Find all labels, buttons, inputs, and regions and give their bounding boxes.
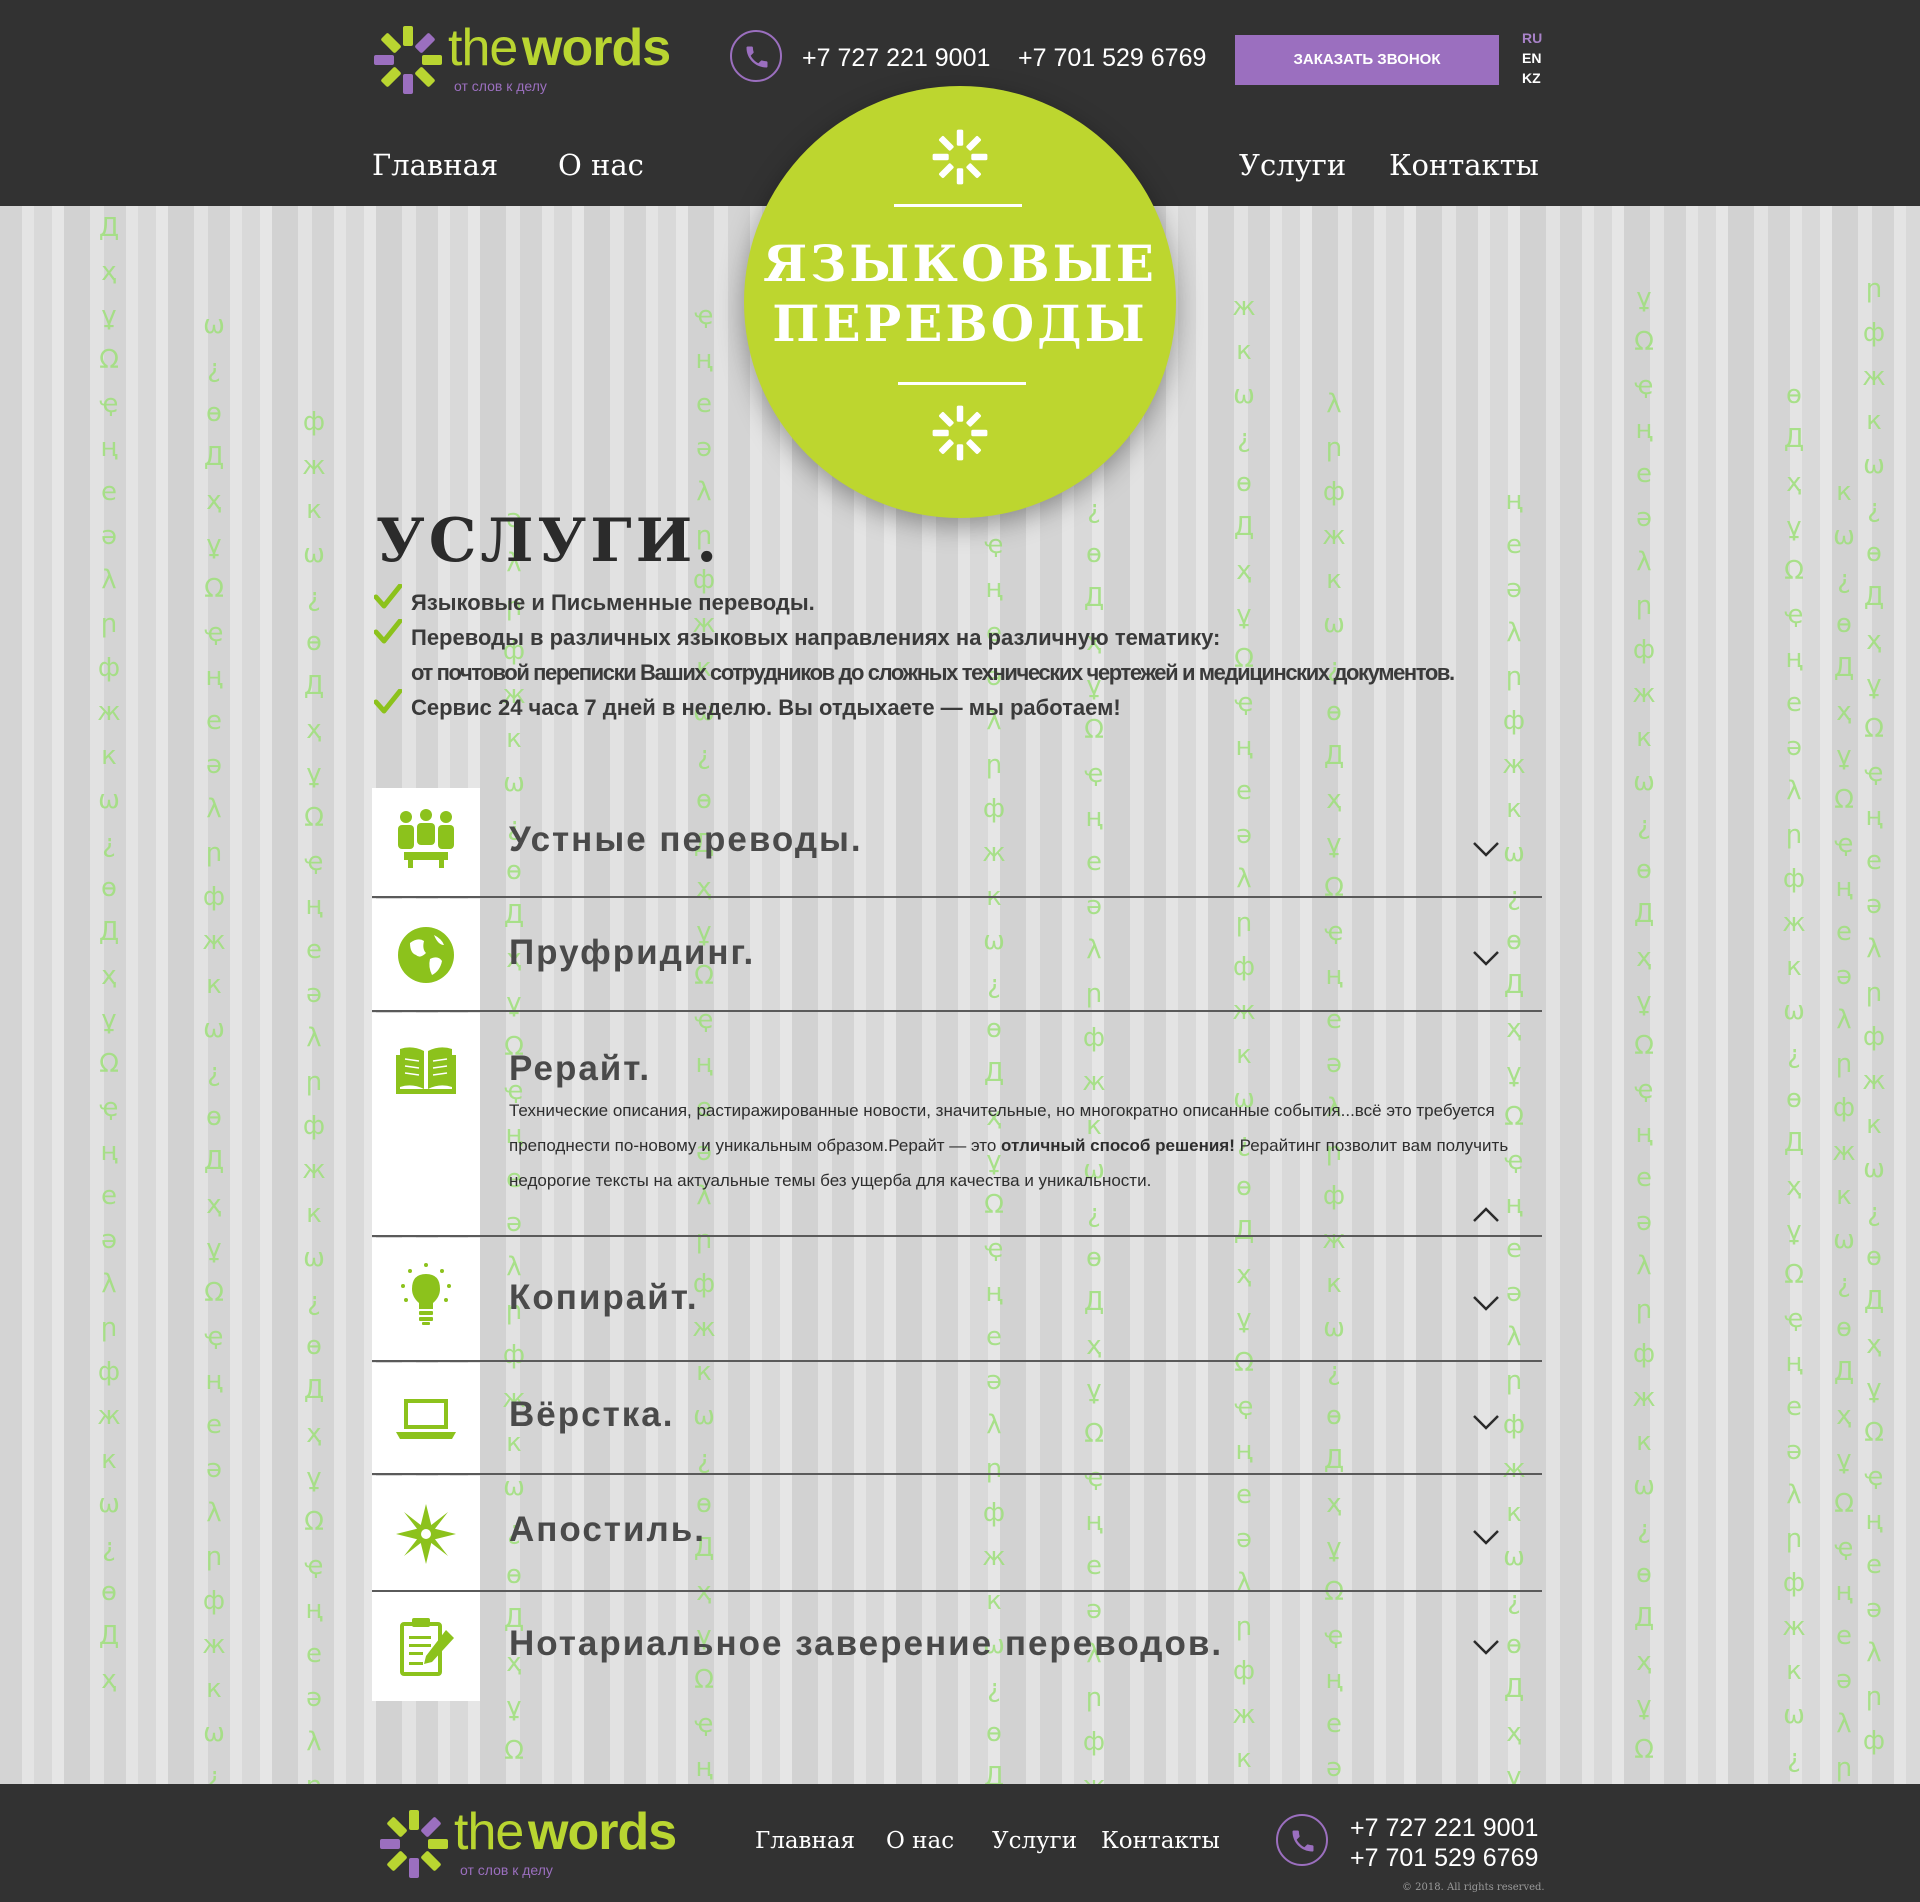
divider — [372, 896, 1542, 898]
rewrite-description: Технические описания, растиражированные … — [509, 1093, 1519, 1198]
chevron-down-icon[interactable] — [1472, 1638, 1500, 1656]
matrix-glyph-column: Д ҳ ұ Ω ҿ ң е ә λ ր ф ж к ω ¿ ө Д ҳ ұ Ω … — [97, 213, 121, 1695]
circle-divider-bottom — [898, 382, 1026, 385]
accordion-item-notary[interactable]: Нотариальное заверение переводов. — [372, 1592, 1542, 1702]
accordion-title[interactable]: Рерайт. — [509, 1049, 651, 1089]
footer: the words от слов к делу Главная О нас У… — [0, 1784, 1920, 1902]
book-icon — [396, 1047, 456, 1094]
matrix-glyph-column: ө Д ҳ ұ Ω ҿ ң е ә λ ր ф ж к ω ¿ ө Д ҳ ұ … — [1782, 380, 1806, 1774]
document-pen-icon — [400, 1618, 454, 1676]
divider — [372, 1473, 1542, 1475]
accordion-item-oral[interactable]: Устные переводы. — [372, 788, 1542, 898]
divider — [372, 1235, 1542, 1237]
logo-burst-icon — [374, 26, 442, 94]
hero-circle: ЯЗЫКОВЫЕ ПЕРЕВОДЫ — [744, 86, 1176, 518]
accordion-title[interactable]: Устные переводы. — [509, 820, 863, 860]
nav-services[interactable]: Услуги — [1239, 148, 1346, 182]
logo-text-words: words — [528, 1803, 677, 1861]
accordion-item-copywriting[interactable]: Копирайт. — [372, 1238, 1542, 1362]
feature-3: Сервис 24 часа 7 дней в неделю. Вы отдых… — [411, 695, 1121, 720]
hero-title-line1: ЯЗЫКОВЫЕ — [763, 234, 1157, 293]
accordion-item-layout[interactable]: Вёрстка. — [372, 1363, 1542, 1475]
footer-nav-services[interactable]: Услуги — [992, 1828, 1077, 1854]
accordion-item-rewrite[interactable]: Рерайт. Технические описания, растиражир… — [372, 1013, 1542, 1237]
lang-en[interactable]: EN — [1522, 50, 1541, 66]
chevron-down-icon[interactable] — [1472, 1294, 1500, 1312]
matrix-glyph-column: ұ Ω ҿ ң е ә λ ր ф ж к ω ¿ ө Д ҳ ұ Ω ҿ ң … — [1632, 283, 1656, 1765]
footer-phone-1[interactable]: +7 727 221 9001 — [1350, 1814, 1538, 1843]
circle-divider-top — [894, 204, 1022, 207]
feature-2: Переводы в различных языковых направлени… — [411, 625, 1221, 650]
accordion-item-apostille[interactable]: Апостиль. — [372, 1476, 1542, 1592]
lightbulb-icon — [401, 1263, 451, 1325]
lang-kz[interactable]: KZ — [1522, 70, 1541, 86]
accordion-item-proofreading[interactable]: Пруфридинг. — [372, 899, 1542, 1012]
laptop-icon — [396, 1399, 456, 1439]
burst-icon-top — [932, 129, 988, 185]
accordion-title[interactable]: Нотариальное заверение переводов. — [509, 1624, 1223, 1664]
accordion-title[interactable]: Апостиль. — [509, 1510, 706, 1550]
phone-icon — [1276, 1814, 1328, 1866]
order-call-button[interactable]: ЗАКАЗАТЬ ЗВОНОК — [1235, 35, 1499, 85]
compass-star-icon — [396, 1504, 456, 1564]
chevron-down-icon[interactable] — [1472, 1413, 1500, 1431]
footer-nav-about[interactable]: О нас — [886, 1828, 954, 1854]
logo-tagline: от слов к делу — [454, 78, 547, 94]
burst-icon-bottom — [932, 405, 988, 461]
divider — [372, 1360, 1542, 1362]
nav-contacts[interactable]: Контакты — [1389, 148, 1539, 182]
matrix-glyph-column: ф ж к ω ¿ ө Д ҳ ұ Ω ҿ ң е ә λ ր ф ж к ω … — [302, 407, 326, 1784]
chevron-up-icon[interactable] — [1472, 1206, 1500, 1224]
globe-icon — [398, 927, 454, 983]
logo-text-the: the — [454, 1803, 524, 1861]
footer-phone-2[interactable]: +7 701 529 6769 — [1350, 1844, 1538, 1873]
divider — [372, 1010, 1542, 1012]
feature-1: Языковые и Письменные переводы. — [411, 590, 815, 615]
header-phone-1[interactable]: +7 727 221 9001 — [802, 44, 990, 73]
chevron-down-icon[interactable] — [1472, 840, 1500, 858]
logo-text-the: the — [448, 19, 518, 77]
accordion-title[interactable]: Пруфридинг. — [509, 933, 755, 973]
nav-about[interactable]: О нас — [558, 148, 644, 182]
services-heading: УСЛУГИ. — [376, 506, 722, 576]
check-icon — [374, 689, 402, 714]
desc-bold: отличный способ решения! — [1001, 1136, 1235, 1155]
nav-home[interactable]: Главная — [372, 148, 498, 182]
logo-tagline: от слов к делу — [460, 1862, 553, 1878]
check-icon — [374, 584, 402, 609]
copyright: © 2018. All rights reserved. — [1402, 1882, 1545, 1893]
chevron-down-icon[interactable] — [1472, 949, 1500, 967]
matrix-glyph-column: ր ф ж к ω ¿ ө Д ҳ ұ Ω ҿ ң е ә λ ր ф ж к … — [1862, 274, 1886, 1756]
check-icon — [374, 619, 402, 644]
logo-text-words: words — [522, 19, 671, 77]
people-icon — [398, 809, 454, 868]
hero-title-line2: ПЕРЕВОДЫ — [772, 294, 1148, 353]
matrix-glyph-column: к ω ¿ ө Д ҳ ұ Ω ҿ ң е ә λ ր ф ж к ω ¿ ө … — [1832, 477, 1856, 1783]
phone-icon — [730, 30, 782, 82]
accordion-title[interactable]: Копирайт. — [509, 1278, 699, 1318]
chevron-down-icon[interactable] — [1472, 1528, 1500, 1546]
footer-nav-contacts[interactable]: Контакты — [1101, 1828, 1220, 1854]
lang-ru[interactable]: RU — [1522, 30, 1542, 46]
header-phone-2[interactable]: +7 701 529 6769 — [1018, 44, 1206, 73]
logo-burst-icon — [380, 1810, 448, 1878]
logo[interactable]: the words от слов к делу — [372, 19, 702, 96]
footer-nav-home[interactable]: Главная — [755, 1828, 855, 1854]
feature-2-detail: от почтовой переписки Ваших сотрудников … — [411, 660, 1455, 685]
footer-logo[interactable]: the words от слов к делу — [378, 1803, 708, 1880]
matrix-glyph-column: ω ¿ ө Д ҳ ұ Ω ҿ ң е ә λ ր ф ж к ω ¿ ө Д … — [202, 310, 226, 1784]
accordion-title[interactable]: Вёрстка. — [509, 1395, 674, 1435]
